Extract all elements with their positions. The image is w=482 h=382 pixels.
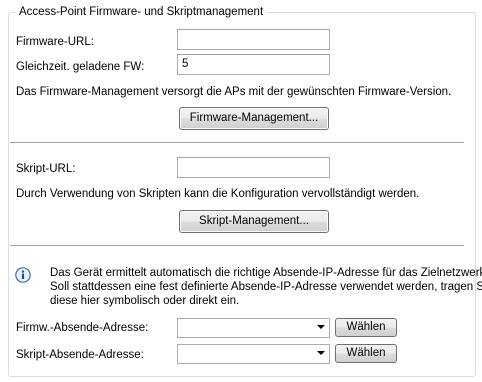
firmware-source-choose-button[interactable]: Wählen: [335, 318, 397, 337]
parallel-downloads-label: Gleichzeit. geladene FW:: [16, 61, 145, 73]
script-management-button[interactable]: Skript-Management...: [179, 210, 329, 233]
script-source-address-label: Skript-Absende-Adresse:: [16, 349, 144, 361]
info-icon: [15, 267, 31, 283]
firmware-source-address-combo[interactable]: [177, 318, 330, 338]
parallel-downloads-input[interactable]: 5: [177, 54, 330, 75]
info-text-line-2: Soll stattdessen eine fest definierte Ab…: [50, 281, 482, 293]
firmware-source-address-label: Firmw.-Absende-Adresse:: [16, 322, 149, 334]
script-url-label: Skript-URL:: [16, 163, 76, 175]
script-source-choose-label: Wählen: [346, 347, 386, 359]
firmware-url-label: Firmware-URL:: [16, 36, 94, 48]
separator: [10, 245, 464, 246]
script-management-button-label: Skript-Management...: [199, 215, 309, 227]
group-title: Access-Point Firmware- und Skriptmanagem…: [16, 5, 267, 19]
chevron-down-icon[interactable]: [317, 325, 325, 329]
script-source-choose-button[interactable]: Wählen: [335, 344, 397, 363]
info-text-line-3: diese hier symbolisch oder direkt ein.: [50, 295, 240, 307]
chevron-down-icon[interactable]: [317, 351, 325, 355]
firmware-management-button[interactable]: Firmware-Management...: [179, 107, 329, 130]
script-url-input[interactable]: [177, 157, 330, 178]
firmware-description: Das Firmware-Management versorgt die APs…: [16, 86, 452, 98]
firmware-url-input[interactable]: [177, 29, 330, 50]
script-description: Durch Verwendung von Skripten kann die K…: [16, 188, 420, 200]
firmware-management-button-label: Firmware-Management...: [189, 112, 319, 124]
firmware-source-choose-label: Wählen: [346, 321, 386, 333]
script-source-address-combo[interactable]: [177, 344, 330, 364]
separator: [10, 142, 464, 143]
info-text-line-1: Das Gerät ermittelt automatisch die rich…: [50, 267, 482, 279]
